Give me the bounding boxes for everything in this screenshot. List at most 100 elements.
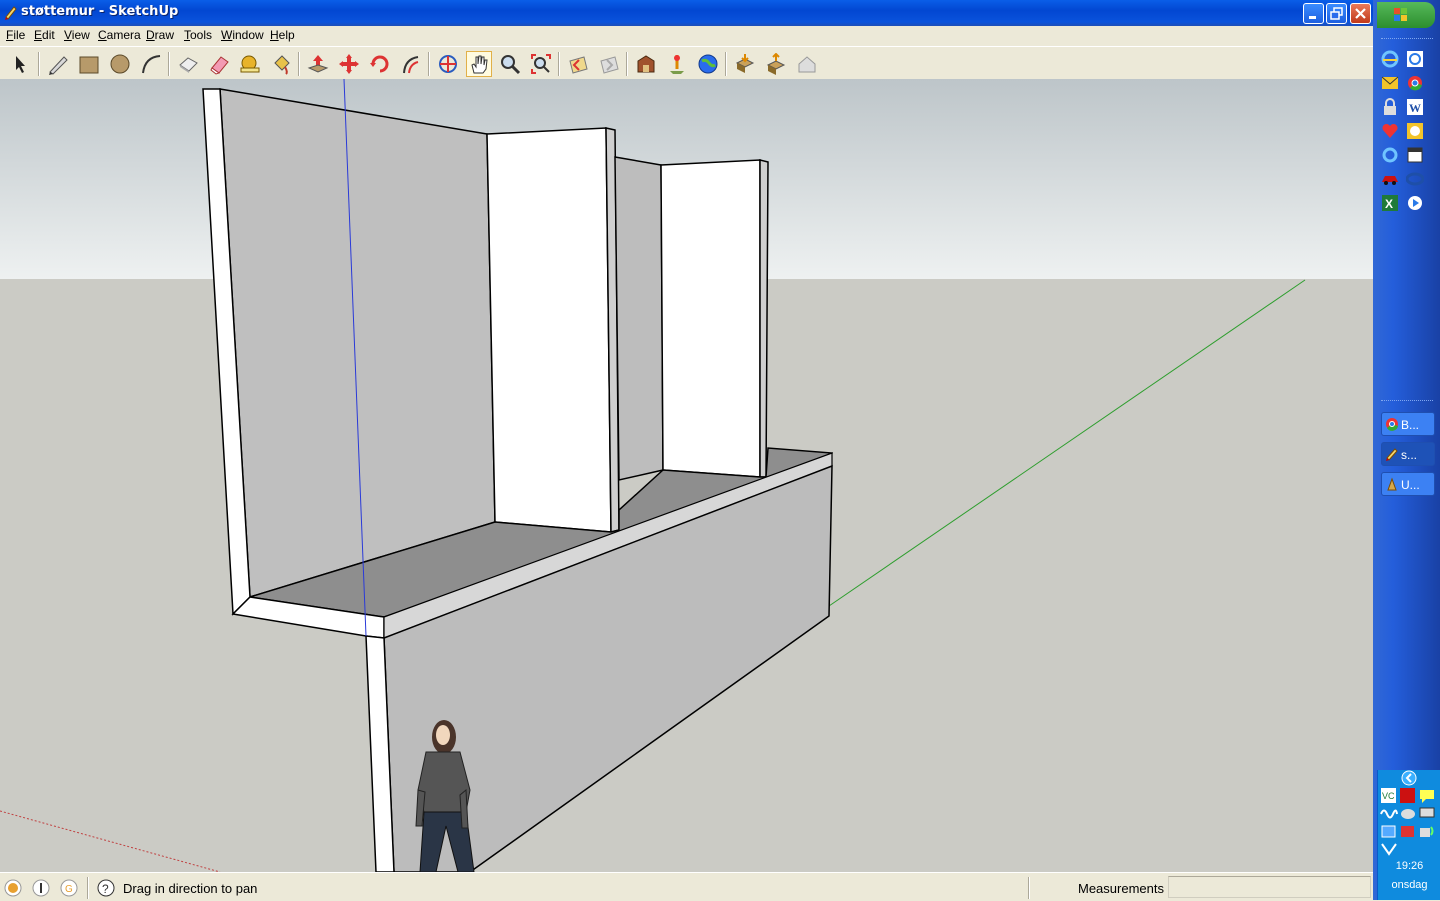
task-chrome[interactable]: B...	[1381, 412, 1435, 436]
pencil-tool-button[interactable]	[45, 51, 71, 77]
model-viewport[interactable]	[0, 79, 1373, 872]
clock-app-icon[interactable]	[1406, 122, 1424, 140]
taskbar-grip	[1381, 400, 1433, 403]
messenger-tray-icon[interactable]	[1399, 805, 1417, 823]
tape-measure-tool-button[interactable]	[237, 51, 263, 77]
chrome-quicklaunch-icon[interactable]	[1406, 74, 1424, 92]
monitor-tray-icon[interactable]	[1418, 805, 1436, 823]
zoom-extents-icon	[531, 54, 551, 74]
move-icon	[339, 54, 359, 74]
circle-tool-button[interactable]	[107, 51, 133, 77]
calendar-app-icon[interactable]	[1406, 146, 1424, 164]
offset-tool-button[interactable]	[398, 51, 424, 77]
menu-edit[interactable]: Edit	[34, 28, 55, 42]
clock-time[interactable]: 19:26	[1378, 860, 1440, 872]
menu-view[interactable]: View	[64, 28, 90, 42]
component-icon	[179, 57, 198, 73]
google-signin-icon[interactable]: G	[60, 879, 78, 897]
back-wall-face	[219, 88, 496, 598]
clock-day: onsdag	[1391, 879, 1428, 891]
svg-text:X: X	[1385, 197, 1393, 211]
task-app[interactable]: U...	[1381, 472, 1435, 496]
arrow-cursor-icon	[16, 56, 25, 73]
toolbar-separator	[725, 52, 727, 76]
menu-window[interactable]: Window	[221, 28, 264, 42]
pillar-1-front	[486, 127, 612, 533]
toolbar-separator	[38, 52, 40, 76]
menu-file[interactable]: File	[6, 28, 25, 42]
vc-tray-icon[interactable]: VC	[1380, 787, 1398, 805]
next-view-button[interactable]	[596, 51, 622, 77]
media-player-icon[interactable]	[1406, 194, 1424, 212]
svg-text:?: ?	[102, 882, 109, 896]
offset-icon	[403, 56, 419, 74]
system-tray: VC 19:26 onsdag	[1377, 770, 1440, 900]
location-pin-icon	[670, 55, 684, 74]
acrobat-tray-icon[interactable]	[1399, 787, 1417, 805]
audio-tray-icon[interactable]	[1380, 805, 1398, 823]
close-button[interactable]	[1350, 3, 1371, 24]
zoom-tool-button[interactable]	[497, 51, 523, 77]
select-tool-button[interactable]	[7, 51, 33, 77]
credits-icon[interactable]	[32, 879, 50, 897]
get-models-button[interactable]	[633, 51, 659, 77]
security-tray-icon[interactable]	[1399, 823, 1417, 841]
rotate-tool-button[interactable]	[367, 51, 393, 77]
orbit-tool-button[interactable]	[435, 51, 461, 77]
pillar-2-side	[759, 159, 769, 478]
share-model-button[interactable]	[794, 51, 820, 77]
minimize-button[interactable]	[1303, 3, 1324, 24]
task-sketchup[interactable]: s...	[1381, 442, 1435, 466]
restore-button[interactable]	[1326, 3, 1347, 24]
wireless-tray-icon[interactable]	[1418, 823, 1436, 841]
measurements-input[interactable]	[1168, 876, 1371, 898]
share-component-button[interactable]	[763, 51, 789, 77]
excel-icon[interactable]: X	[1381, 194, 1399, 212]
sketchup-app-icon	[5, 6, 17, 20]
chevron-left-icon[interactable]	[1401, 770, 1418, 787]
ie-blue-icon[interactable]	[1406, 170, 1424, 188]
pan-tool-button[interactable]	[466, 51, 492, 77]
make-component-tool-button[interactable]	[175, 51, 201, 77]
zoom-extents-tool-button[interactable]	[528, 51, 554, 77]
menu-camera[interactable]: Camera	[98, 28, 141, 42]
eraser-tool-button[interactable]	[206, 51, 232, 77]
geo-location-icon[interactable]	[4, 879, 22, 897]
heart-app-icon[interactable]	[1381, 122, 1399, 140]
rectangle-tool-button[interactable]	[76, 51, 102, 77]
move-tool-button[interactable]	[336, 51, 362, 77]
rectangle-icon	[79, 56, 99, 74]
help-icon[interactable]: ?	[97, 879, 115, 897]
toolbar-separator	[626, 52, 628, 76]
push-pull-icon	[307, 55, 329, 73]
rotate-icon	[370, 55, 389, 73]
chrome-icon	[1386, 418, 1398, 431]
svg-text:VC: VC	[1382, 791, 1395, 801]
google-earth-button[interactable]	[695, 51, 721, 77]
lock-icon[interactable]	[1381, 98, 1399, 116]
add-location-button[interactable]	[664, 51, 690, 77]
menu-help[interactable]: Help	[270, 28, 295, 42]
chat-tray-icon[interactable]	[1418, 787, 1436, 805]
windows-taskbar: W X B... s... U...	[1373, 0, 1440, 900]
magnifier-icon	[501, 55, 521, 75]
refresh-app-icon[interactable]	[1381, 146, 1399, 164]
start-button[interactable]	[1377, 2, 1435, 28]
ie-alt-icon[interactable]	[1406, 50, 1424, 68]
ie-icon[interactable]	[1381, 50, 1399, 68]
title-bar[interactable]: støttemur - SketchUp	[0, 0, 1373, 26]
network-tray-icon[interactable]	[1380, 823, 1398, 841]
antivirus-tray-icon[interactable]	[1380, 840, 1398, 858]
push-pull-tool-button[interactable]	[305, 51, 331, 77]
arc-tool-button[interactable]	[138, 51, 164, 77]
measurements-label: Measurements	[1078, 881, 1164, 896]
car-app-icon[interactable]	[1381, 170, 1399, 188]
paint-bucket-tool-button[interactable]	[268, 51, 294, 77]
sketchup-window: støttemur - SketchUp File Edit View Came…	[0, 0, 1373, 901]
previous-view-button[interactable]	[565, 51, 591, 77]
get-components-button[interactable]	[732, 51, 758, 77]
word-icon[interactable]: W	[1406, 98, 1424, 116]
menu-tools[interactable]: Tools	[184, 28, 212, 42]
mail-icon[interactable]	[1381, 74, 1399, 92]
menu-draw[interactable]: Draw	[146, 28, 174, 42]
